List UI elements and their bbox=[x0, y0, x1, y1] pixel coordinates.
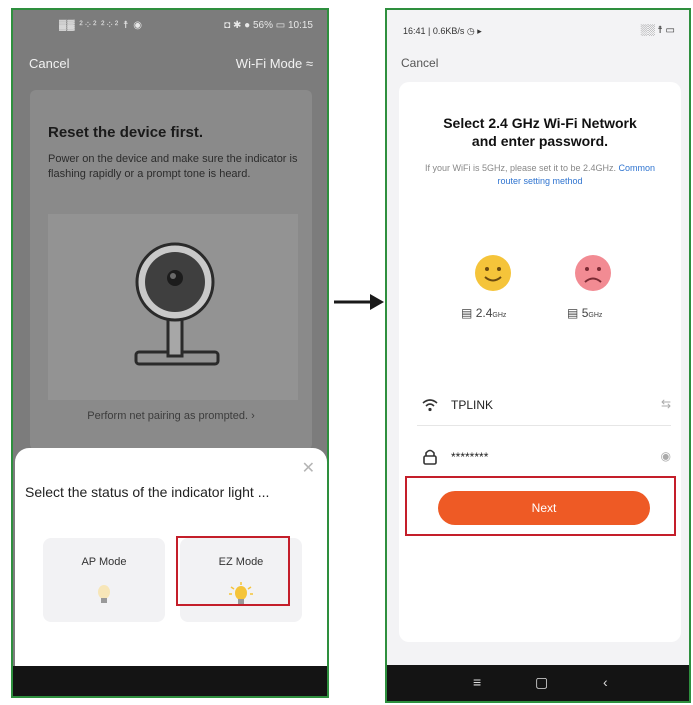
next-button-highlight-box bbox=[405, 476, 676, 536]
ssid-field[interactable]: TPLINK ⇆ bbox=[417, 388, 671, 426]
camera-icon bbox=[134, 242, 220, 366]
band-hint: If your WiFi is 5GHz, please set it to b… bbox=[419, 162, 661, 188]
signal-icons: ▓▓ ²⁘² ²⁘² ☨ ◉ bbox=[59, 20, 143, 31]
band-2-4-value: 2.4 bbox=[475, 306, 493, 320]
status-right: ◘ ✱ ● 56% ▭ 10:15 bbox=[224, 20, 313, 31]
camera-illustration bbox=[48, 214, 298, 400]
ssid-value: TPLINK bbox=[451, 398, 494, 412]
back-icon[interactable]: ‹ bbox=[603, 674, 608, 690]
bulb-dim-icon bbox=[98, 585, 110, 603]
menu-icon[interactable]: ≡ bbox=[473, 674, 481, 690]
band-5-unit: GHz bbox=[588, 312, 603, 319]
close-icon[interactable]: ✕ bbox=[302, 458, 315, 478]
eye-icon[interactable]: ◉ bbox=[661, 449, 671, 463]
reset-description: Power on the device and make sure the in… bbox=[48, 153, 298, 180]
ap-mode-label: AP Mode bbox=[81, 556, 127, 568]
router-icon: ▤ bbox=[567, 306, 579, 320]
ap-mode-option[interactable]: AP Mode bbox=[43, 538, 165, 622]
lock-icon bbox=[423, 449, 437, 465]
reset-title: Reset the device first. bbox=[48, 124, 204, 141]
arrow-right-icon bbox=[334, 294, 384, 310]
status-left: 16:41 | 0.6KB/s ◷ ▸ bbox=[403, 26, 482, 36]
home-icon[interactable]: ▢ bbox=[535, 674, 548, 691]
cancel-button[interactable]: Cancel bbox=[401, 56, 438, 70]
band-2-4-unit: GHz bbox=[492, 312, 507, 319]
right-phone-screen: 16:41 | 0.6KB/s ◷ ▸ ░░ ☨ ▭ Cancel Select… bbox=[385, 8, 691, 703]
wifi-mode-switch[interactable]: Wi-Fi Mode ≈ bbox=[236, 56, 313, 71]
top-bar: Cancel Wi-Fi Mode ≈ bbox=[13, 56, 327, 80]
hint-text: If your WiFi is 5GHz, please set it to b… bbox=[424, 163, 617, 173]
router-icon: ▤ bbox=[461, 306, 473, 320]
indicator-question: Select the status of the indicator light… bbox=[25, 484, 270, 500]
password-field[interactable]: ******** ◉ bbox=[417, 440, 671, 478]
password-value: ******** bbox=[451, 450, 489, 464]
smiley-face-icon bbox=[475, 255, 511, 291]
cancel-button[interactable]: Cancel bbox=[29, 56, 69, 71]
status-bar: 16:41 | 0.6KB/s ◷ ▸ ░░ ☨ ▭ bbox=[387, 10, 689, 40]
navigation-bar: ≡ ▢ ‹ bbox=[387, 665, 689, 701]
tutorial-figure: ▓▓ ²⁘² ²⁘² ☨ ◉ ◘ ✱ ● 56% ▭ 10:15 Cancel … bbox=[0, 0, 693, 705]
reset-card: Reset the device first. Power on the dev… bbox=[30, 90, 312, 450]
navigation-bar bbox=[13, 666, 327, 696]
sad-face-icon bbox=[575, 255, 611, 291]
status-right: ░░ ☨ ▭ bbox=[640, 25, 675, 36]
wifi-icon bbox=[422, 399, 438, 412]
page-title: Select 2.4 GHz Wi-Fi Network and enter p… bbox=[399, 114, 681, 150]
ez-mode-highlight-box bbox=[176, 536, 290, 606]
pairing-prompt-link[interactable]: Perform net pairing as prompted. › bbox=[30, 410, 312, 422]
title-line-1: Select 2.4 GHz Wi-Fi Network bbox=[443, 115, 637, 131]
wifi-setup-card: Select 2.4 GHz Wi-Fi Network and enter p… bbox=[399, 82, 681, 642]
title-line-2: and enter password. bbox=[471, 133, 609, 149]
band-5ghz: ▤ 5GHz bbox=[567, 306, 602, 320]
switch-network-icon[interactable]: ⇆ bbox=[661, 397, 671, 411]
band-2-4ghz: ▤ 2.4GHz bbox=[461, 306, 506, 320]
status-bar: ▓▓ ²⁘² ²⁘² ☨ ◉ ◘ ✱ ● 56% ▭ 10:15 bbox=[13, 10, 327, 42]
